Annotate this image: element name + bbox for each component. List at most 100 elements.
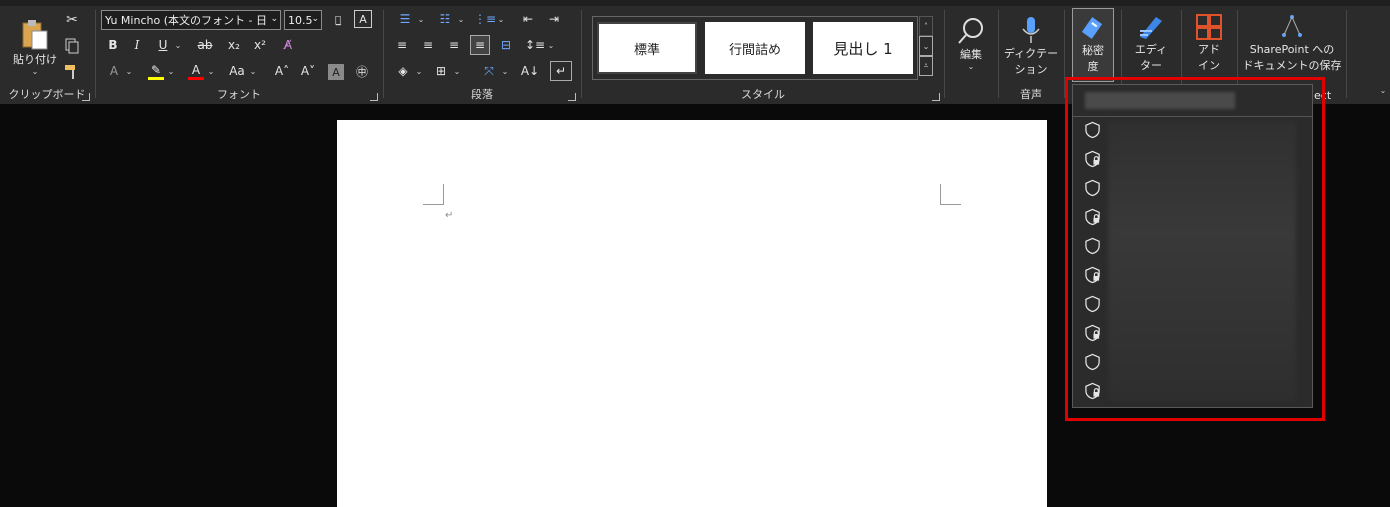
character-shading-button[interactable]: A <box>328 64 344 80</box>
chevron-down-icon: ⌄ <box>547 40 555 50</box>
clipboard-launcher-icon[interactable] <box>82 93 90 101</box>
styles-scroll-up[interactable]: ˄ <box>919 16 933 36</box>
font-name-value: Yu Mincho (本文のフォント - 日 <box>105 14 267 27</box>
paragraph-mark: ↵ <box>445 210 454 221</box>
clear-formatting-button[interactable]: A̸ <box>278 36 298 54</box>
sort-button[interactable]: A↓ <box>520 62 540 80</box>
editor-button[interactable]: エディ ター <box>1126 8 1176 78</box>
bullets-dropdown[interactable]: ⌄ <box>416 10 426 28</box>
subscript-button[interactable]: x₂ <box>224 36 244 54</box>
numbering-button[interactable]: ☷ <box>434 10 456 28</box>
font-launcher-icon[interactable] <box>370 93 378 101</box>
shrink-font-button[interactable]: A˅ <box>298 62 318 80</box>
underline-button[interactable]: U <box>154 36 172 54</box>
line-spacing-button[interactable]: ↕≡ <box>524 36 546 54</box>
paragraph-launcher-icon[interactable] <box>568 93 576 101</box>
format-painter-button[interactable] <box>62 62 82 82</box>
line-spacing-dropdown[interactable]: ⌄ <box>546 36 556 54</box>
scissors-icon: ✂ <box>66 12 78 28</box>
text-effects-dropdown[interactable]: ⌄ <box>124 62 134 80</box>
crop-mark-right <box>940 184 961 205</box>
shrink-font-icon: A˅ <box>300 64 316 78</box>
change-case-dropdown[interactable]: ⌄ <box>248 62 258 80</box>
character-border-button[interactable]: A <box>354 10 372 28</box>
addins-button[interactable]: アド イン <box>1186 8 1232 78</box>
shading-dropdown[interactable]: ⌄ <box>414 62 424 80</box>
grow-font-button[interactable]: A˄ <box>272 62 292 80</box>
chevron-down-icon: ⌄ <box>311 14 319 24</box>
copy-icon <box>65 38 79 54</box>
asian-layout-dropdown[interactable]: ⌄ <box>500 62 510 80</box>
underline-dropdown[interactable]: ⌄ <box>172 36 184 54</box>
font-color-button[interactable]: A <box>186 62 206 80</box>
chevron-down-icon: ⌄ <box>967 61 975 71</box>
text-effects-button[interactable]: A <box>104 62 124 80</box>
italic-button[interactable]: I <box>128 36 146 54</box>
chevron-down-icon: ⌄ <box>270 14 278 24</box>
align-center-icon: ≡ <box>422 38 434 52</box>
font-group-label: フォント <box>217 88 261 101</box>
align-left-icon: ≡ <box>396 38 408 52</box>
styles-launcher-icon[interactable] <box>932 93 940 101</box>
dictate-label-1: ディクテー <box>1003 47 1059 60</box>
font-size-combo[interactable]: 10.5 ⌄ <box>284 10 322 30</box>
paragraph-group: ☰ ⌄ ☷ ⌄ ⋮≡ ⌄ ⇤ ⇥ ≡ ≡ ≡ ≡ ⊟ ↕≡ ⌄ ◈ ⌄ ⊞ ⌄ … <box>384 6 580 104</box>
dictate-button[interactable]: ディクテー ション <box>1003 10 1059 82</box>
highlight-dropdown[interactable]: ⌄ <box>166 62 176 80</box>
change-case-button[interactable]: Aa <box>226 62 248 80</box>
chevron-down-icon: ⌄ <box>415 66 423 76</box>
enclose-characters-button[interactable]: ㊥ <box>352 62 372 80</box>
font-name-combo[interactable]: Yu Mincho (本文のフォント - 日 ⌄ <box>101 10 281 30</box>
align-right-button[interactable]: ≡ <box>444 36 464 54</box>
paste-button[interactable]: 貼り付け ⌄ <box>12 12 58 82</box>
phonetic-guide-button[interactable]: ア̲ <box>328 10 348 30</box>
numbering-dropdown[interactable]: ⌄ <box>456 10 466 28</box>
distributed-button[interactable]: ⊟ <box>496 36 516 54</box>
chevron-down-icon: ⌄ <box>417 14 425 24</box>
show-paragraph-marks-button[interactable]: ↵ <box>550 61 572 81</box>
document-page[interactable]: ↵ <box>337 120 1047 507</box>
asian-layout-button[interactable]: ⤧ <box>478 62 500 80</box>
save-to-sharepoint-button[interactable]: SharePoint への ドキュメントの保存 <box>1242 8 1342 78</box>
font-color-dropdown[interactable]: ⌄ <box>206 62 216 80</box>
clipboard-group: 貼り付け ⌄ ✂ クリップボード <box>0 6 94 104</box>
text-effects-icon: A <box>109 64 119 78</box>
editing-button[interactable]: 編集 ⌄ <box>948 8 994 78</box>
style-no-spacing[interactable]: 行間詰め <box>705 22 805 74</box>
chevron-down-icon: ⌄ <box>922 41 930 51</box>
styles-group: 標準 行間詰め 見出し 1 ˄ ⌄ ⩡ スタイル <box>582 6 944 104</box>
decrease-indent-button[interactable]: ⇤ <box>518 10 538 28</box>
justify-icon: ≡ <box>474 38 486 52</box>
justify-button[interactable]: ≡ <box>470 35 490 55</box>
highlight-button[interactable]: ✎ <box>146 62 166 80</box>
font-size-value: 10.5 <box>288 13 313 27</box>
styles-group-label: スタイル <box>741 88 785 101</box>
collapse-ribbon-button[interactable]: ⌄ <box>1376 82 1390 98</box>
font-group: Yu Mincho (本文のフォント - 日 ⌄ 10.5 ⌄ ア̲ A B I… <box>96 6 382 104</box>
cut-button[interactable]: ✂ <box>62 10 82 30</box>
sensitivity-button[interactable]: 秘密 度 <box>1072 8 1114 82</box>
increase-indent-button[interactable]: ⇥ <box>544 10 564 28</box>
chevron-down-icon: ⌄ <box>125 66 133 76</box>
styles-scroll-down[interactable]: ⌄ <box>919 36 933 56</box>
style-normal[interactable]: 標準 <box>597 22 697 74</box>
voice-group-label: 音声 <box>1020 88 1042 101</box>
chevron-down-icon: ⌄ <box>501 66 509 76</box>
multilevel-list-button[interactable]: ⋮≡ <box>474 10 496 28</box>
sensitivity-label-2: 度 <box>1087 60 1099 73</box>
styles-more[interactable]: ⩡ <box>919 56 933 76</box>
borders-button[interactable]: ⊞ <box>430 62 452 80</box>
magnifier-icon <box>958 17 983 44</box>
shading-button[interactable]: ◈ <box>392 62 414 80</box>
superscript-button[interactable]: x² <box>250 36 270 54</box>
multilevel-list-dropdown[interactable]: ⌄ <box>496 10 506 28</box>
strikethrough-button[interactable]: ab <box>194 36 216 54</box>
copy-button[interactable] <box>62 36 82 56</box>
highlighter-icon: ✎ <box>150 62 162 77</box>
borders-dropdown[interactable]: ⌄ <box>452 62 462 80</box>
align-center-button[interactable]: ≡ <box>418 36 438 54</box>
bold-button[interactable]: B <box>104 36 122 54</box>
bullets-button[interactable]: ☰ <box>394 10 416 28</box>
align-left-button[interactable]: ≡ <box>392 36 412 54</box>
style-heading-1[interactable]: 見出し 1 <box>813 22 913 74</box>
